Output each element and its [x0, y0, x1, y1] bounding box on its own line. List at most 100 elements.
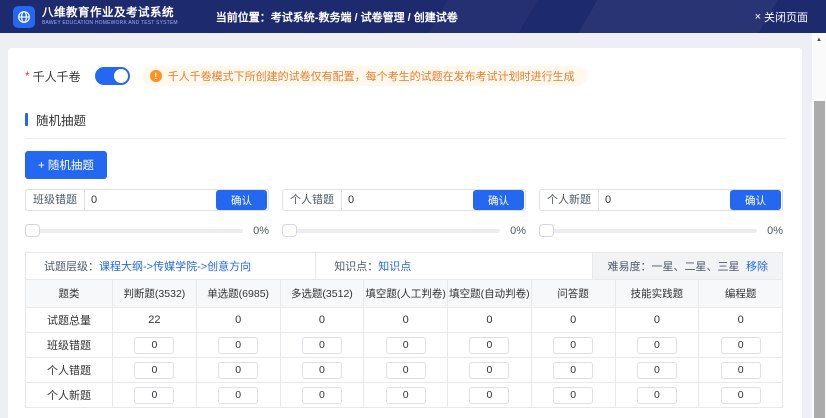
total-cell: 0 [448, 308, 532, 333]
class-wrong-slider-handle[interactable] [25, 224, 40, 237]
total-row: 试题总量 22 0 0 0 0 0 0 0 [26, 308, 783, 333]
col-header-single: 单选题(6985) [196, 280, 280, 308]
count-input[interactable] [553, 337, 593, 354]
quota-groups-row: 班级错题 确认 0% 个人错题 确认 0% [25, 189, 783, 238]
remove-link[interactable]: 移除 [746, 258, 768, 274]
vertical-scrollbar[interactable]: ▲ [812, 33, 826, 418]
table-cell [615, 333, 699, 358]
knowledge-point-link[interactable]: 知识点 [378, 258, 411, 274]
count-input[interactable] [134, 337, 174, 354]
class-wrong-slider-row: 0% [25, 224, 269, 238]
count-input[interactable] [721, 362, 761, 379]
paper-mode-row: * 千人千卷 ! 千人千卷模式下所创建的试卷仅有配置，每个考生的试题在发布考试计… [25, 48, 785, 86]
personal-wrong-confirm-button[interactable]: 确认 [473, 190, 524, 210]
col-header-blank-auto: 填空题(自动判卷) [448, 280, 532, 308]
personal-wrong-input-group: 个人错题 确认 [282, 189, 526, 211]
total-cell: 22 [113, 308, 197, 333]
table-cell [699, 383, 783, 408]
count-input[interactable] [469, 387, 509, 404]
personal-new-row-label: 个人新题 [26, 383, 113, 408]
total-cell: 0 [196, 308, 280, 333]
app-header: 八维教育作业及考试系统 BAWEY EDUCATION HOMEWORK AND… [0, 0, 826, 33]
count-input[interactable] [386, 362, 426, 379]
personal-wrong-slider-row: 0% [282, 224, 526, 238]
count-input[interactable] [134, 387, 174, 404]
quota-group-personal-new: 个人新题 确认 0% [539, 189, 783, 238]
personal-wrong-percent: 0% [510, 225, 526, 237]
count-input[interactable] [302, 337, 342, 354]
count-input[interactable] [218, 387, 258, 404]
random-section-label: 随机抽题 [36, 110, 86, 129]
difficulty-cell: 难易度：一星、二星、三星 移除 [592, 253, 782, 279]
class-wrong-row-label: 班级错题 [26, 333, 113, 358]
count-input[interactable] [469, 337, 509, 354]
table-cell [196, 333, 280, 358]
personal-new-slider-handle[interactable] [539, 224, 554, 237]
question-level-label: 试题层级： [44, 258, 99, 274]
table-cell [531, 333, 615, 358]
personal-new-row: 个人新题 [26, 383, 783, 408]
personal-new-label: 个人新题 [540, 190, 599, 210]
table-cell [531, 358, 615, 383]
col-header-blank-manual: 填空题(人工判卷) [364, 280, 448, 308]
table-info-row: 试题层级： 课程大纲->传媒学院->创意方向 知识点： 知识点 难易度：一星、二… [25, 252, 783, 279]
table-cell [364, 333, 448, 358]
col-header-programming: 编程题 [699, 280, 783, 308]
total-cell: 0 [280, 308, 364, 333]
personal-new-input[interactable] [599, 194, 730, 206]
count-input[interactable] [637, 362, 677, 379]
class-wrong-input[interactable] [85, 194, 216, 206]
class-wrong-label: 班级错题 [26, 190, 85, 210]
personal-new-confirm-button[interactable]: 确认 [730, 190, 781, 210]
scroll-up-arrow-icon[interactable]: ▲ [812, 33, 826, 47]
app-logo: 八维教育作业及考试系统 BAWEY EDUCATION HOMEWORK AND… [0, 6, 178, 28]
count-input[interactable] [637, 337, 677, 354]
col-header-qa: 问答题 [531, 280, 615, 308]
count-input[interactable] [218, 337, 258, 354]
personal-new-percent: 0% [767, 225, 783, 237]
count-input[interactable] [134, 362, 174, 379]
total-cell: 0 [364, 308, 448, 333]
count-input[interactable] [553, 362, 593, 379]
count-input[interactable] [637, 387, 677, 404]
class-wrong-slider[interactable] [25, 229, 243, 233]
personal-wrong-slider-handle[interactable] [282, 224, 297, 237]
count-input[interactable] [721, 337, 761, 354]
personal-new-input-group: 个人新题 确认 [539, 189, 783, 211]
personal-new-slider-row: 0% [539, 224, 783, 238]
class-wrong-confirm-button[interactable]: 确认 [216, 190, 267, 210]
personal-new-slider[interactable] [539, 229, 757, 233]
table-cell [196, 383, 280, 408]
add-random-question-button[interactable]: + 随机抽题 [25, 151, 107, 179]
table-cell [448, 358, 532, 383]
breadcrumb-path: 考试系统-教务端 / 试卷管理 / 创建试卷 [271, 12, 458, 24]
table-cell [364, 358, 448, 383]
count-input[interactable] [302, 387, 342, 404]
breadcrumb: 当前位置：考试系统-教务端 / 试卷管理 / 创建试卷 [216, 9, 458, 25]
personal-wrong-input[interactable] [342, 194, 473, 206]
count-input[interactable] [553, 387, 593, 404]
count-input[interactable] [218, 362, 258, 379]
paper-mode-label: 千人千卷 [33, 68, 81, 85]
count-input[interactable] [721, 387, 761, 404]
total-cell: 0 [531, 308, 615, 333]
class-wrong-percent: 0% [253, 225, 269, 237]
scrollbar-thumb[interactable] [814, 101, 825, 418]
personal-wrong-slider[interactable] [282, 229, 500, 233]
close-page-label: 关闭页面 [764, 9, 808, 25]
paper-mode-toggle[interactable] [95, 67, 130, 85]
question-level-link[interactable]: 课程大纲->传媒学院->创意方向 [99, 258, 251, 274]
count-input[interactable] [386, 337, 426, 354]
count-input[interactable] [386, 387, 426, 404]
close-page-button[interactable]: × 关闭页面 [755, 9, 826, 25]
table-cell [364, 383, 448, 408]
difficulty-text: 难易度：一星、二星、三星 [607, 258, 739, 274]
quota-group-class-wrong: 班级错题 确认 0% [25, 189, 269, 238]
question-level-cell: 试题层级： 课程大纲->传媒学院->创意方向 [26, 253, 315, 279]
col-header-skill: 技能实践题 [615, 280, 699, 308]
count-input[interactable] [469, 362, 509, 379]
close-icon: × [755, 11, 761, 23]
main-panel: * 千人千卷 ! 千人千卷模式下所创建的试卷仅有配置，每个考生的试题在发布考试计… [8, 48, 802, 418]
count-input[interactable] [302, 362, 342, 379]
class-wrong-row: 班级错题 [26, 333, 783, 358]
